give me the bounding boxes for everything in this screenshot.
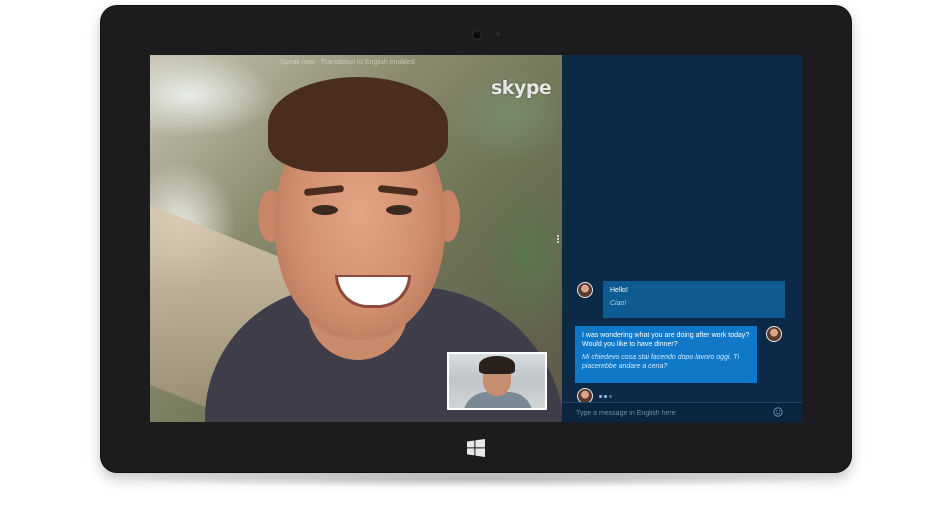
contact-avatar[interactable] bbox=[577, 282, 593, 298]
translation-status-caption: Speak now · Translation to English enabl… bbox=[280, 59, 415, 66]
chat-panel: Hello! Ciao! I was wondering what you ar… bbox=[562, 55, 802, 422]
self-view-video[interactable] bbox=[447, 352, 547, 410]
front-camera-icon bbox=[472, 30, 482, 40]
smiley-icon[interactable] bbox=[773, 407, 783, 417]
message-original-text: Hello! bbox=[610, 287, 628, 294]
self-view-hair bbox=[479, 356, 515, 374]
tablet-device: Speak now · Translation to English enabl… bbox=[101, 6, 851, 472]
caller-eye bbox=[312, 205, 338, 215]
incoming-message-bubble[interactable]: Hello! Ciao! bbox=[603, 281, 785, 318]
message-translation-text: Ciao! bbox=[610, 300, 627, 307]
message-input[interactable] bbox=[574, 406, 768, 421]
tablet-shadow bbox=[120, 470, 832, 488]
self-avatar[interactable] bbox=[766, 326, 782, 342]
remote-video-feed: Speak now · Translation to English enabl… bbox=[150, 55, 562, 422]
typing-indicator bbox=[599, 394, 614, 400]
message-translation-text: Mi chiedevo cosa stai facendo dopo lavor… bbox=[582, 354, 740, 370]
caller-hair bbox=[268, 77, 448, 172]
skype-logo: skype bbox=[491, 77, 552, 99]
light-sensor bbox=[496, 32, 500, 36]
outgoing-message-bubble[interactable]: I was wondering what you are doing after… bbox=[575, 326, 757, 383]
screen: Speak now · Translation to English enabl… bbox=[150, 55, 802, 422]
message-original-text: I was wondering what you are doing after… bbox=[582, 332, 750, 348]
windows-logo-icon[interactable] bbox=[467, 439, 485, 457]
message-compose-bar bbox=[562, 402, 802, 422]
caller-eye bbox=[386, 205, 412, 215]
